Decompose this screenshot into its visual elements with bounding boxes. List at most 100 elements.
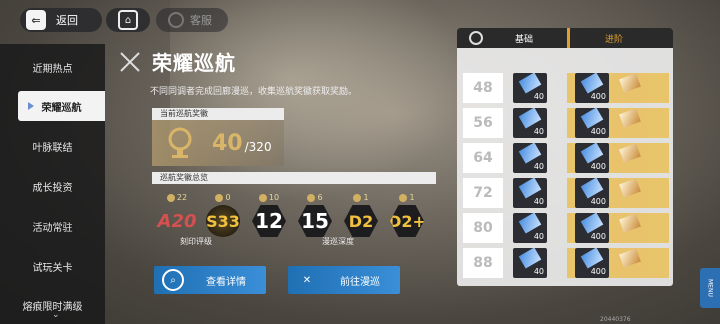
medal-icon: [166, 193, 175, 202]
reward-level: 64: [463, 143, 503, 173]
view-details-label: 查看详情: [206, 276, 246, 288]
medal-icon: [353, 193, 362, 202]
home-icon: ⌂: [118, 10, 138, 30]
back-icon: ⇐: [26, 10, 46, 30]
page-subtitle: 不同同调者完成回廊漫巡，收集巡航奖徽获取奖励。: [150, 87, 358, 97]
badge-depth-15[interactable]: 6 15: [298, 193, 332, 237]
back-button[interactable]: ⇐ 返回: [20, 8, 102, 32]
reward-level: 56: [463, 108, 503, 138]
sidebar-item-trial-stages[interactable]: 试玩关卡: [0, 251, 105, 281]
reward-item-basic[interactable]: 40: [513, 178, 547, 208]
badge-count: 22: [176, 193, 188, 202]
go-cruise-label: 前往漫巡: [340, 276, 380, 288]
badge-depth-d2-plus[interactable]: 1 D2+: [390, 193, 424, 237]
badge-count: 1: [363, 193, 369, 202]
badge-icon: [469, 31, 483, 45]
crossed-swords-icon: ✕: [302, 274, 312, 286]
medal-icon: [258, 193, 267, 202]
item-icon: [518, 178, 542, 199]
total-badges-box: 40 /320: [152, 120, 284, 166]
go-cruise-button[interactable]: ✕ 前往漫巡: [288, 266, 400, 294]
badge-mark: D2: [344, 205, 378, 237]
tab-basic[interactable]: 基础: [515, 32, 533, 45]
reward-row: 72 40 400: [463, 178, 669, 208]
reward-panel-header: 基础 进阶: [457, 28, 673, 48]
reward-item-advanced[interactable]: 400: [575, 73, 609, 103]
medal-icon: [399, 193, 408, 202]
reward-item-basic[interactable]: 40: [513, 213, 547, 243]
chevron-down-icon[interactable]: ⌄: [52, 310, 60, 320]
reward-item-advanced[interactable]: 400: [575, 213, 609, 243]
reward-card-advanced[interactable]: [613, 248, 647, 278]
reward-row: 88 40 400: [463, 248, 669, 278]
sidebar-item-leaf-link[interactable]: 叶脉联结: [0, 131, 105, 161]
reward-row: 56 40 400: [463, 108, 669, 138]
badge-depth-d2[interactable]: 1 D2: [344, 193, 378, 237]
card-icon: [619, 108, 641, 128]
reward-item-basic[interactable]: 40: [513, 143, 547, 173]
badge-s33[interactable]: 0 S33: [206, 193, 240, 237]
sidebar-item-permanent-events[interactable]: 活动常驻: [0, 211, 105, 241]
medal-icon: [215, 193, 224, 202]
reward-level: 80: [463, 213, 503, 243]
customer-service-button[interactable]: 客服: [156, 8, 228, 32]
sidebar-item-label: 荣耀巡航: [41, 102, 82, 114]
back-label: 返回: [56, 14, 78, 27]
reward-card-advanced[interactable]: [613, 73, 647, 103]
badge-depth-12[interactable]: 10 12: [252, 193, 286, 237]
sidebar: 近期热点 荣耀巡航 叶脉联结 成长投资 活动常驻 试玩关卡 熔痕限时满级 ⌄: [0, 44, 105, 324]
reward-card-advanced[interactable]: [613, 108, 647, 138]
badge-mark: 12: [252, 205, 286, 237]
badge-count: 0: [225, 193, 231, 202]
caption-cruise-depth: 漫巡深度: [322, 237, 354, 246]
reward-item-advanced[interactable]: 400: [575, 143, 609, 173]
badge-mark: A20: [157, 210, 197, 232]
menu-button[interactable]: MENU: [700, 268, 720, 308]
item-icon: [580, 143, 604, 164]
item-icon: [580, 108, 604, 129]
reward-item-basic[interactable]: 40: [513, 73, 547, 103]
sidebar-item-label: 成长投资: [32, 182, 73, 194]
card-icon: [619, 73, 641, 93]
tab-advanced[interactable]: 进阶: [605, 32, 623, 45]
card-icon: [619, 178, 641, 198]
page-title: 荣耀巡航: [152, 51, 236, 75]
reward-row: 64 40 400: [463, 143, 669, 173]
badge-mark: 15: [298, 205, 332, 237]
badge-count: 6: [317, 193, 323, 202]
divider: [567, 28, 570, 48]
medal-icon: [307, 193, 316, 202]
reward-item-basic[interactable]: 40: [513, 248, 547, 278]
service-label: 客服: [190, 14, 212, 27]
badge-a20[interactable]: 22 A20: [157, 193, 197, 237]
sidebar-item-growth-investment[interactable]: 成长投资: [0, 171, 105, 201]
crossed-swords-icon: [120, 52, 140, 72]
home-button[interactable]: ⌂: [106, 8, 150, 32]
item-icon: [580, 248, 604, 269]
reward-row: 80 40 400: [463, 213, 669, 243]
sidebar-item-recent-hotspots[interactable]: 近期热点: [0, 52, 105, 82]
badge-mark: S33: [206, 205, 240, 237]
reward-card-advanced[interactable]: [613, 143, 647, 173]
total-badges-label: 当前巡航奖徽: [152, 108, 284, 120]
caption-imprint-rating: 刻印评级: [180, 237, 212, 246]
badge-count: 10: [268, 193, 280, 202]
reward-item-advanced[interactable]: 400: [575, 248, 609, 278]
reward-row: 48 40 400: [463, 73, 669, 103]
view-details-button[interactable]: ⌕ 查看详情: [154, 266, 266, 294]
reward-card-advanced[interactable]: [613, 178, 647, 208]
reward-panel: 基础 进阶 48 40 400 56 40 400 64 40 400 72 4…: [457, 28, 673, 286]
reward-item-advanced[interactable]: 400: [575, 108, 609, 138]
item-icon: [518, 108, 542, 129]
badge-mark: D2+: [390, 205, 424, 237]
item-icon: [518, 143, 542, 164]
reward-card-advanced[interactable]: [613, 213, 647, 243]
item-icon: [580, 178, 604, 199]
reward-item-basic[interactable]: 40: [513, 108, 547, 138]
reward-level: 72: [463, 178, 503, 208]
trophy-icon: [168, 127, 192, 158]
sidebar-item-glory-cruise[interactable]: 荣耀巡航: [18, 91, 105, 121]
total-badges-max: /320: [244, 140, 272, 154]
user-id: 20440376: [600, 316, 631, 323]
reward-item-advanced[interactable]: 400: [575, 178, 609, 208]
